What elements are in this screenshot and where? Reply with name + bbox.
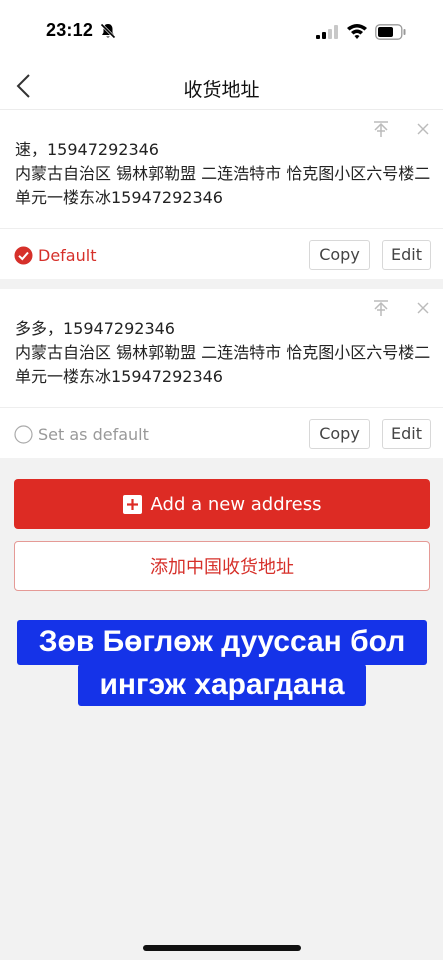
- copy-button[interactable]: Copy: [309, 240, 370, 270]
- add-china-address-button[interactable]: 添加中国收货地址: [14, 541, 430, 591]
- recipient-name-phone: 速，15947292346: [15, 140, 159, 159]
- home-indicator: [143, 945, 301, 951]
- bell-muted-icon: [100, 23, 116, 39]
- edit-button[interactable]: Edit: [382, 240, 431, 270]
- address-detail: 内蒙古自治区 锡林郭勒盟 二连浩特市 恰克图小区六号楼二单元一楼东冰159472…: [15, 343, 431, 386]
- unchecked-circle-icon: [14, 424, 33, 444]
- wifi-icon: [347, 24, 367, 39]
- plus-icon: [122, 494, 142, 514]
- address-card: 速，15947292346 内蒙古自治区 锡林郭勒盟 二连浩特市 恰克图小区六号…: [0, 110, 443, 279]
- address-detail: 内蒙古自治区 锡林郭勒盟 二连浩特市 恰克图小区六号楼二单元一楼东冰159472…: [15, 164, 431, 207]
- set-default-label: Set as default: [38, 424, 149, 444]
- overlay-caption-line-2: ингэж харагдана: [78, 664, 366, 706]
- pin-to-top-icon[interactable]: [372, 120, 390, 138]
- divider: [0, 407, 443, 408]
- recipient-name-phone: 多多，15947292346: [15, 319, 175, 338]
- set-default-toggle[interactable]: Set as default: [14, 423, 149, 445]
- add-china-address-label: 添加中国收货地址: [150, 557, 294, 578]
- cellular-signal-icon: [316, 25, 338, 39]
- address-card: 多多，15947292346 内蒙古自治区 锡林郭勒盟 二连浩特市 恰克图小区六…: [0, 289, 443, 458]
- delete-close-icon[interactable]: [416, 301, 430, 315]
- battery-icon: [375, 24, 406, 40]
- default-label: Default: [38, 245, 97, 265]
- delete-close-icon[interactable]: [416, 122, 430, 136]
- page-title: 收货地址: [183, 79, 260, 101]
- status-bar: 23:12: [0, 0, 443, 62]
- add-new-address-button[interactable]: Add a new address: [14, 479, 430, 529]
- checked-circle-icon: [14, 246, 33, 264]
- divider: [0, 228, 443, 229]
- status-time: 23:12: [46, 20, 94, 40]
- navigation-bar: 收货地址: [0, 62, 443, 110]
- add-new-address-label: Add a new address: [150, 493, 322, 515]
- pin-to-top-icon[interactable]: [372, 299, 390, 317]
- default-toggle[interactable]: Default: [14, 244, 96, 266]
- copy-button[interactable]: Copy: [309, 419, 370, 449]
- overlay-caption-line-1: Зөв Бөглөж дууссан бол: [17, 620, 427, 665]
- edit-button[interactable]: Edit: [382, 419, 431, 449]
